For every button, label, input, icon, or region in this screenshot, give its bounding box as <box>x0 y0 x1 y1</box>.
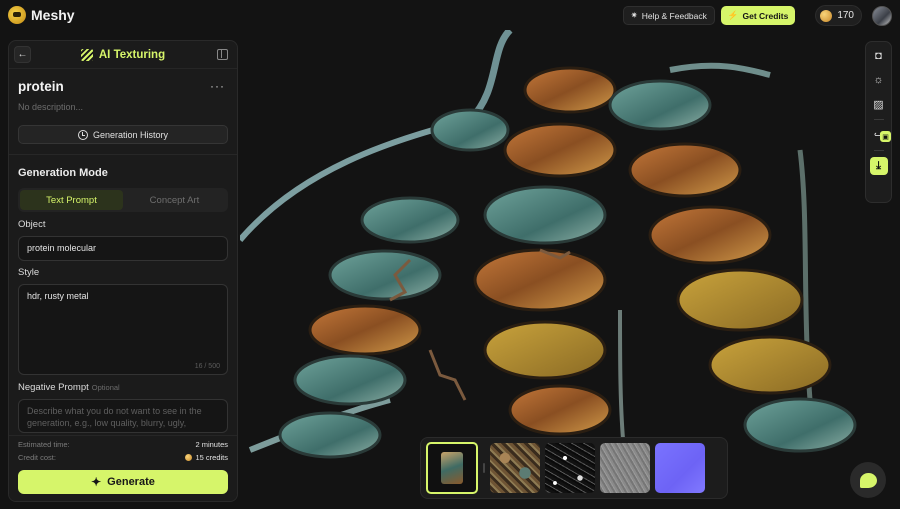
chat-bubble-icon <box>859 472 877 488</box>
right-helix <box>608 79 857 453</box>
get-credits-label: Get Credits <box>742 10 789 21</box>
user-avatar[interactable] <box>872 5 892 26</box>
download-icon[interactable]: ⤓ <box>869 157 888 175</box>
get-credits-button[interactable]: ⚡ Get Credits <box>720 6 796 25</box>
model-thumbnail <box>441 452 463 484</box>
estimated-time-value: 2 minutes <box>195 440 228 449</box>
optional-tag: Optional <box>91 383 120 392</box>
help-feedback-button[interactable]: ✷ Help & Feedback <box>622 6 715 25</box>
texture-metallic[interactable] <box>600 443 650 493</box>
texture-stripes-icon <box>80 48 93 61</box>
negative-prompt-title: Negative Prompt <box>18 382 89 393</box>
gift-icon[interactable]: ▣ <box>880 131 891 142</box>
history-icon <box>77 129 88 140</box>
generation-mode-title: Generation Mode <box>18 167 108 179</box>
meshy-logo-icon <box>8 6 26 24</box>
texture-icon[interactable]: ▨ <box>870 95 888 113</box>
credit-cost-value: 15 credits <box>185 453 228 462</box>
object-input[interactable]: protein molecular <box>18 236 228 261</box>
style-textarea[interactable]: hdr, rusty metal 16 / 500 <box>18 284 228 375</box>
viewport-toolbar: ◘ ☼ ▨ ↪ ⤓ <box>865 41 892 203</box>
credit-cost-text: 15 credits <box>195 453 228 462</box>
tab-text-prompt[interactable]: Text Prompt <box>20 190 123 210</box>
texture-roughness[interactable] <box>545 443 595 493</box>
credit-cost-label: Credit cost: <box>18 453 56 462</box>
toolbar-divider <box>873 150 884 151</box>
app-name: Meshy <box>31 7 75 23</box>
credit-cost-row: Credit cost: 15 credits <box>18 453 228 462</box>
help-feedback-label: Help & Feedback <box>641 10 707 21</box>
style-char-count: 16 / 500 <box>194 363 220 370</box>
generate-label: Generate <box>107 476 155 488</box>
light-icon[interactable]: ☼ <box>870 71 888 89</box>
negative-prompt-textarea[interactable]: Describe what you do not want to see in … <box>18 399 228 433</box>
strip-divider <box>483 463 485 473</box>
generate-button[interactable]: ✦ Generate <box>18 470 228 494</box>
top-bar: Meshy ✷ Help & Feedback ⚡ Get Credits 17… <box>0 0 900 30</box>
panel-title-label: AI Texturing <box>98 48 166 61</box>
panel-title: AI Texturing <box>80 48 166 61</box>
chat-support-button[interactable] <box>850 462 886 498</box>
texture-normal[interactable] <box>655 443 705 493</box>
texture-model-preview[interactable] <box>426 442 478 494</box>
left-helix <box>278 108 510 459</box>
meshy-logo[interactable]: Meshy <box>8 6 75 24</box>
more-options-icon[interactable]: ··· <box>210 79 225 93</box>
estimated-time-row: Estimated time: 2 minutes <box>18 440 228 449</box>
negative-prompt-label: Negative Prompt Optional <box>18 382 120 393</box>
texture-base-color[interactable] <box>490 443 540 493</box>
coin-icon <box>820 9 833 22</box>
generation-mode-tabs: Text Prompt Concept Art <box>18 188 228 212</box>
style-label: Style <box>18 267 40 278</box>
collapse-panel-icon[interactable] <box>217 49 228 60</box>
generation-history-button[interactable]: Generation History <box>18 125 228 144</box>
panel-header: ← AI Texturing <box>9 41 237 69</box>
project-description[interactable]: No description... <box>18 102 83 112</box>
ai-texturing-panel: ← AI Texturing protein ··· No descriptio… <box>8 40 238 502</box>
generation-history-label: Generation History <box>92 129 169 140</box>
lightbulb-icon: ✷ <box>630 10 638 20</box>
top-right-actions: ✷ Help & Feedback ⚡ Get Credits 170 <box>622 5 892 26</box>
credit-balance[interactable]: 170 <box>815 5 862 26</box>
texture-map-strip <box>420 437 728 499</box>
lightning-icon: ⚡ <box>727 10 739 20</box>
divider <box>9 154 237 155</box>
object-label: Object <box>18 219 46 230</box>
back-button[interactable]: ← <box>14 46 31 63</box>
project-name[interactable]: protein <box>18 79 64 94</box>
camera-icon[interactable]: ◘ <box>870 47 888 65</box>
style-value: hdr, rusty metal <box>27 291 89 301</box>
arrow-left-icon: ← <box>17 49 28 60</box>
toolbar-divider <box>873 119 884 120</box>
estimated-time-label: Estimated time: <box>18 440 70 449</box>
credit-balance-value: 170 <box>837 10 854 21</box>
coin-icon <box>185 454 193 461</box>
generate-footer: Estimated time: 2 minutes Credit cost: 1… <box>9 435 237 501</box>
sparkle-icon: ✦ <box>91 475 102 489</box>
tab-concept-art[interactable]: Concept Art <box>123 190 226 210</box>
